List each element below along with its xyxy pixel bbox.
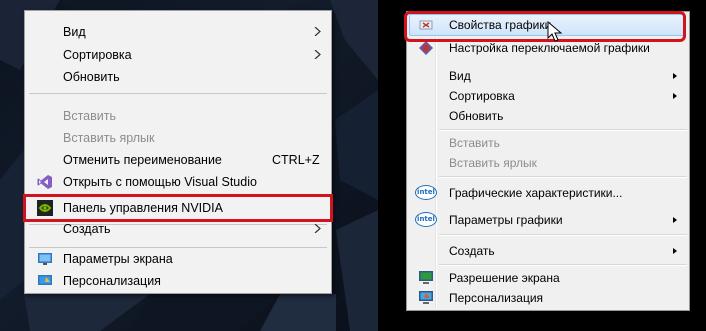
menu-item-new[interactable]: Создать xyxy=(25,218,331,240)
switchable-graphics-icon xyxy=(419,41,433,55)
menu-separator xyxy=(439,176,687,178)
menu-item-refresh[interactable]: Обновить xyxy=(409,106,687,126)
menu-item-label: Параметры графики xyxy=(449,213,563,227)
chevron-right-icon xyxy=(673,93,677,99)
menu-item-label: Обновить xyxy=(449,109,504,123)
menu-item-label: Вставить ярлык xyxy=(63,131,155,145)
menu-item-sort[interactable]: Сортировка xyxy=(25,44,331,66)
menu-item-view[interactable]: Вид xyxy=(409,66,687,86)
menu-item-label: Вставить xyxy=(63,109,116,123)
menu-item-label: Отменить переименование xyxy=(63,153,222,167)
menu-item-label: Сортировка xyxy=(63,48,132,62)
screen-resolution-icon xyxy=(419,271,433,284)
desktop-context-menu-win7: Свойства графики Настройка переключаемой… xyxy=(406,11,690,311)
menu-item-paste[interactable]: Вставить xyxy=(25,105,331,127)
menu-item-personalization[interactable]: Персонализация xyxy=(409,288,687,308)
menu-item-new[interactable]: Создать xyxy=(409,241,687,261)
shortcut-label: CTRL+Z xyxy=(272,153,320,167)
menu-item-label: Параметры экрана xyxy=(63,252,173,266)
intel-icon: intel xyxy=(415,185,437,200)
menu-item-label: Открыть с помощью Visual Studio xyxy=(63,175,257,189)
menu-item-graphics-options[interactable]: intel Параметры графики xyxy=(409,210,687,230)
menu-item-screen-resolution[interactable]: Разрешение экрана xyxy=(409,268,687,288)
chevron-right-icon xyxy=(314,224,321,233)
menu-item-label: Вид xyxy=(63,25,86,39)
menu-item-label: Панель управления NVIDIA xyxy=(63,201,223,215)
menu-item-label: Разрешение экрана xyxy=(449,271,560,285)
menu-item-label: Персонализация xyxy=(63,274,161,288)
menu-separator xyxy=(29,93,327,94)
menu-item-undo-rename[interactable]: Отменить переименование CTRL+Z xyxy=(25,149,331,171)
mouse-cursor-icon xyxy=(547,21,563,42)
menu-item-paste[interactable]: Вставить xyxy=(409,133,687,153)
desktop-background-left: Вид Сортировка Обновить Вставить Вставит… xyxy=(0,0,378,331)
menu-item-view[interactable]: Вид xyxy=(25,21,331,43)
menu-item-label: Сортировка xyxy=(449,89,515,103)
menu-item-nvidia-control-panel[interactable]: Панель управления NVIDIA xyxy=(23,194,333,222)
menu-item-display-settings[interactable]: Параметры экрана xyxy=(25,248,331,270)
chevron-right-icon xyxy=(673,73,677,79)
menu-item-refresh[interactable]: Обновить xyxy=(25,66,331,88)
menu-separator xyxy=(439,129,687,131)
menu-item-paste-shortcut[interactable]: Вставить ярлык xyxy=(25,127,331,149)
menu-item-graphics-specs[interactable]: intel Графические характеристики... xyxy=(409,183,687,203)
desktop-context-menu-win10: Вид Сортировка Обновить Вставить Вставит… xyxy=(23,10,333,294)
personalization-icon xyxy=(419,291,433,304)
chevron-right-icon xyxy=(673,217,677,223)
display-settings-icon xyxy=(38,253,52,265)
chevron-right-icon xyxy=(314,27,321,36)
red-highlight-frame xyxy=(404,11,686,42)
menu-item-label: Графические характеристики... xyxy=(449,186,623,200)
chevron-right-icon xyxy=(314,50,321,59)
menu-item-label: Персонализация xyxy=(449,291,544,305)
chevron-right-icon xyxy=(673,248,677,254)
menu-item-label: Вставить ярлык xyxy=(449,156,537,170)
menu-item-label: Обновить xyxy=(63,70,120,84)
personalization-icon xyxy=(38,275,52,285)
menu-item-label: Создать xyxy=(63,222,111,236)
menu-item-paste-shortcut[interactable]: Вставить ярлык xyxy=(409,153,687,173)
visual-studio-icon xyxy=(37,175,52,189)
menu-separator xyxy=(439,234,687,236)
menu-item-label: Вид xyxy=(449,69,471,83)
menu-item-open-visual-studio[interactable]: Открыть с помощью Visual Studio xyxy=(25,171,331,193)
menu-item-label: Создать xyxy=(449,244,495,258)
intel-icon: intel xyxy=(415,212,437,227)
menu-item-sort[interactable]: Сортировка xyxy=(409,86,687,106)
menu-item-label: Вставить xyxy=(449,136,500,150)
nvidia-icon xyxy=(37,200,53,216)
menu-separator xyxy=(439,264,687,266)
menu-item-personalization[interactable]: Персонализация xyxy=(25,270,331,292)
